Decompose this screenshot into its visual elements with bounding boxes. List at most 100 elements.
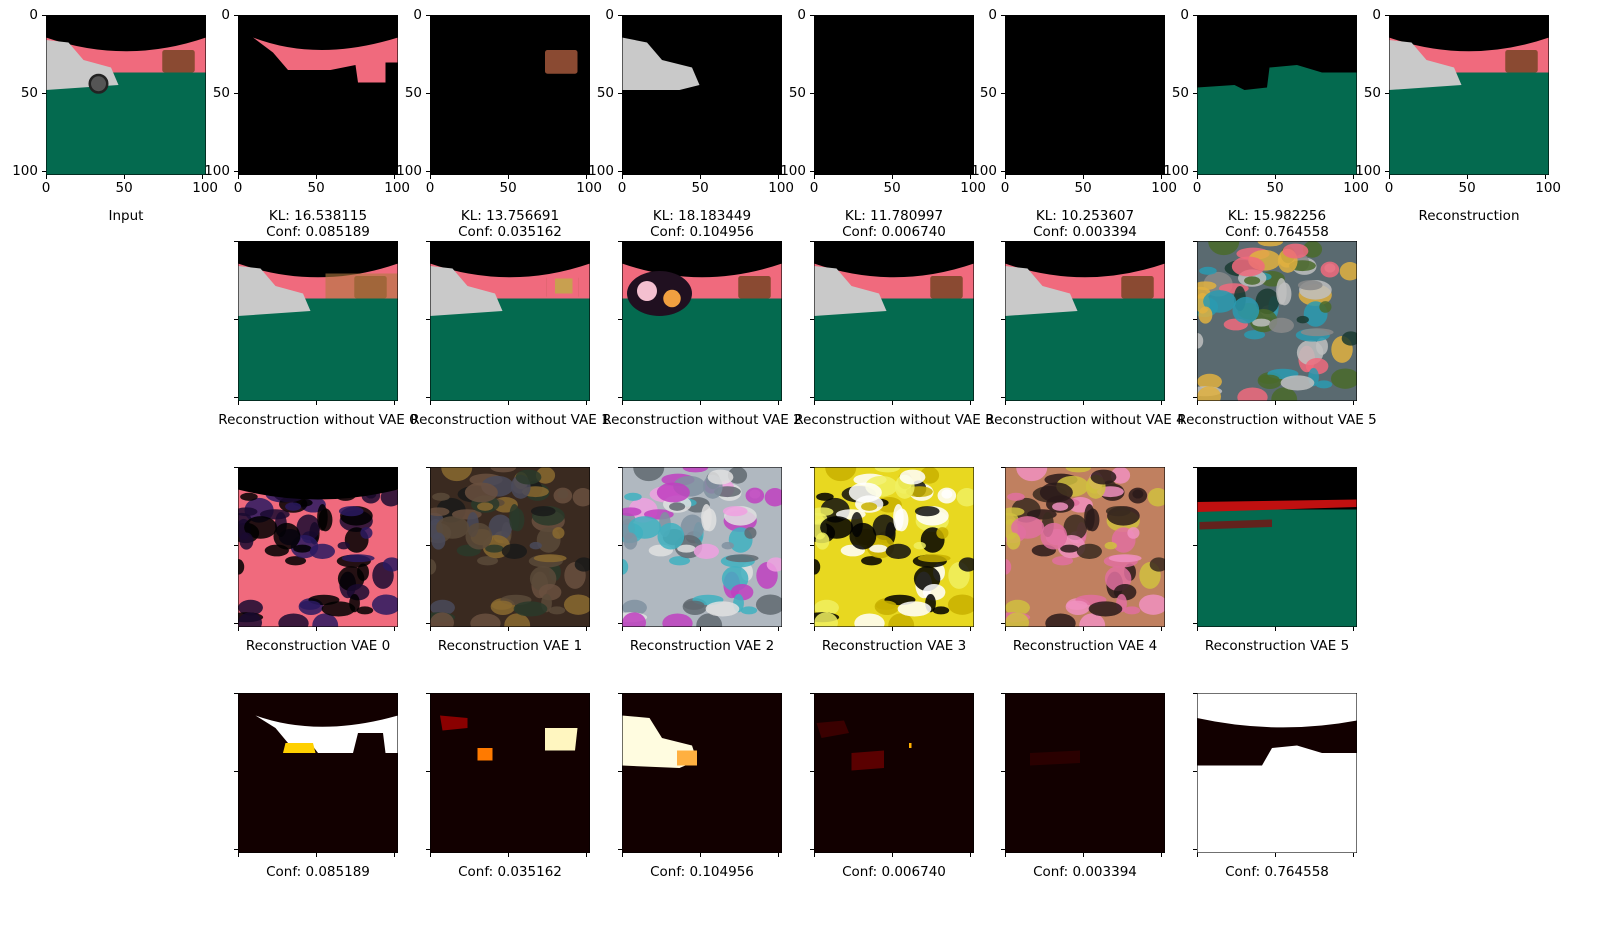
subplot-r4-c2 [430, 693, 590, 853]
x-tick-mark [508, 175, 510, 179]
y-tick-mark [810, 241, 814, 242]
x-tick-mark [1275, 175, 1277, 179]
x-tick-mark [892, 627, 894, 631]
y-tick-mark [234, 93, 238, 95]
y-tick-mark [618, 693, 622, 694]
x-tick-mark [1197, 175, 1198, 179]
x-tick-label: 50 [499, 180, 517, 196]
x-tick-mark [316, 627, 318, 631]
y-tick-label: 50 [1171, 85, 1189, 102]
y-tick-label: 0 [221, 7, 230, 23]
y-tick-mark [1385, 15, 1389, 16]
y-tick-mark [1001, 623, 1005, 625]
y-tick-label: 50 [788, 85, 806, 102]
y-tick-label: 0 [29, 7, 38, 23]
x-tick-mark [1275, 627, 1277, 631]
y-tick-mark [618, 849, 622, 851]
subplot-r4-c6 [1197, 693, 1357, 853]
y-tick-mark [426, 693, 430, 694]
subplot-r1-c4 [622, 15, 782, 175]
subplot-r2-c6 [1197, 241, 1357, 401]
y-tick-mark [1193, 693, 1197, 694]
x-tick-mark [1083, 627, 1085, 631]
y-tick-mark [618, 467, 622, 468]
x-tick-label: 100 [1343, 180, 1370, 196]
x-tick-mark [394, 401, 396, 405]
x-tick-mark [1083, 401, 1085, 405]
subplot-r2-c5 [1005, 241, 1165, 401]
x-tick-mark [46, 175, 47, 179]
y-tick-label: 0 [1372, 7, 1381, 23]
y-tick-mark [618, 93, 622, 95]
x-tick-mark [970, 401, 972, 405]
x-tick-mark [892, 175, 894, 179]
subplot-r1-c2 [238, 15, 398, 175]
x-tick-mark [1005, 175, 1006, 179]
subplot-r3-c6 [1197, 467, 1357, 627]
y-tick-label: 100 [1355, 163, 1381, 180]
y-tick-label: 0 [797, 7, 806, 23]
y-tick-mark [810, 171, 814, 173]
y-tick-mark [42, 15, 46, 16]
subplot-r4-c5 [1005, 693, 1165, 853]
x-tick-label: 50 [115, 180, 133, 196]
panel-title: Reconstruction VAE 5 [1204, 638, 1350, 654]
x-tick-mark [586, 627, 588, 631]
y-tick-label: 0 [988, 7, 997, 23]
y-tick-mark [426, 623, 430, 625]
x-tick-label: 100 [1535, 180, 1562, 196]
y-tick-mark [1001, 545, 1005, 547]
x-tick-mark [316, 401, 318, 405]
x-tick-mark [586, 401, 588, 405]
y-tick-mark [1193, 397, 1197, 399]
x-tick-mark [892, 853, 894, 857]
x-tick-mark [238, 175, 239, 179]
x-tick-mark [814, 175, 815, 179]
y-tick-label: 50 [404, 85, 422, 102]
x-tick-label: 50 [1266, 180, 1284, 196]
y-tick-mark [1193, 319, 1197, 321]
x-tick-mark [1353, 627, 1355, 631]
subplot-r1-c8 [1389, 15, 1549, 175]
y-tick-mark [1001, 93, 1005, 95]
subplot-r3-c3 [622, 467, 782, 627]
y-tick-mark [618, 15, 622, 16]
x-tick-mark [124, 175, 126, 179]
x-tick-label: 50 [307, 180, 325, 196]
x-tick-label: 100 [384, 180, 411, 196]
x-tick-label: 100 [768, 180, 795, 196]
x-tick-mark [430, 175, 431, 179]
x-tick-label: 0 [809, 180, 819, 196]
x-tick-mark [1161, 627, 1163, 631]
y-tick-mark [426, 467, 430, 468]
y-tick-mark [234, 623, 238, 625]
x-tick-mark [778, 401, 780, 405]
y-tick-label: 0 [605, 7, 614, 23]
y-tick-mark [426, 771, 430, 773]
y-tick-label: 100 [12, 163, 38, 180]
y-tick-mark [618, 397, 622, 399]
y-tick-label: 100 [1163, 163, 1189, 180]
y-tick-mark [1385, 93, 1389, 95]
y-tick-mark [1001, 319, 1005, 321]
x-tick-label: 50 [1074, 180, 1092, 196]
x-tick-label: 0 [41, 180, 51, 196]
x-tick-mark [430, 853, 431, 857]
x-tick-mark [430, 401, 431, 405]
x-tick-mark [622, 175, 623, 179]
y-tick-label: 0 [1180, 7, 1189, 23]
x-tick-label: 0 [1000, 180, 1010, 196]
y-tick-mark [1193, 467, 1197, 468]
y-tick-mark [234, 15, 238, 16]
x-tick-mark [1083, 175, 1085, 179]
subplot-r2-c2 [430, 241, 590, 401]
subplot-r2-c3 [622, 241, 782, 401]
x-tick-mark [892, 401, 894, 405]
subplot-r2-c4 [814, 241, 974, 401]
x-tick-mark [622, 627, 623, 631]
y-tick-label: 0 [413, 7, 422, 23]
x-tick-mark [1353, 853, 1355, 857]
x-tick-mark [316, 175, 318, 179]
subplot-r3-c2 [430, 467, 590, 627]
y-tick-mark [1001, 693, 1005, 694]
